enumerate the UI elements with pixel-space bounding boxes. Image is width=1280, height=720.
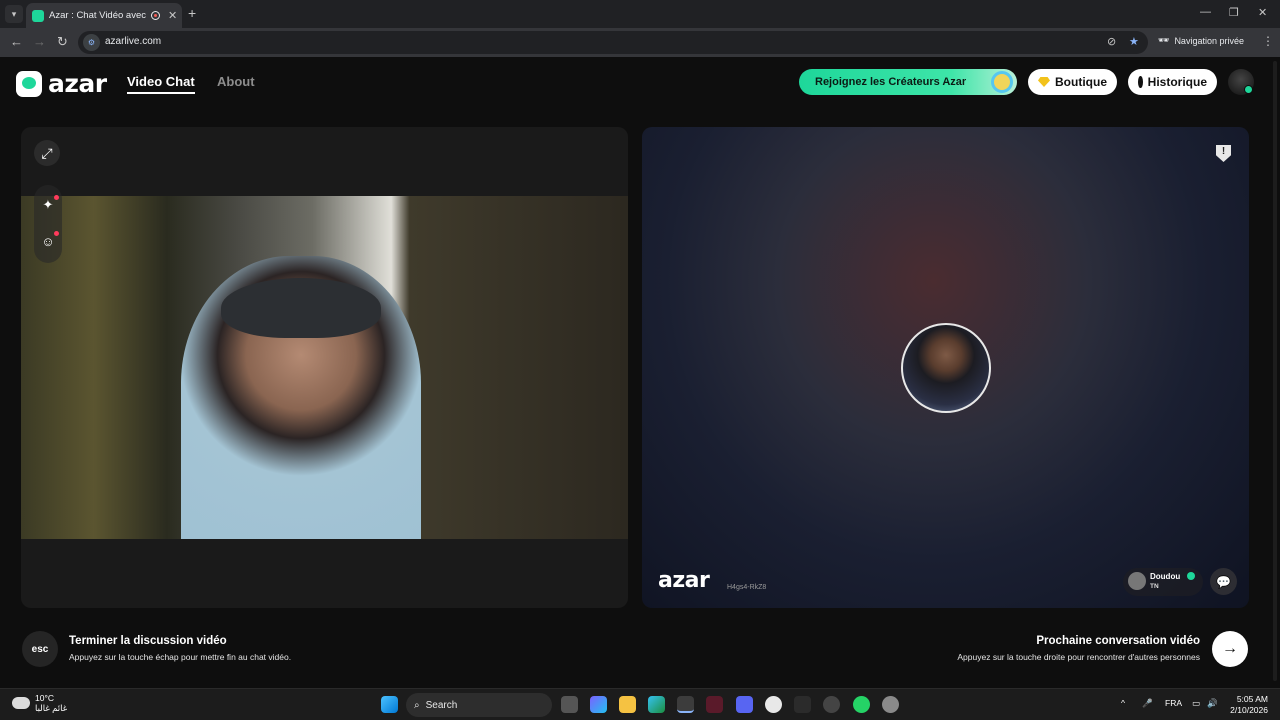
history-label: Historique (1147, 75, 1207, 89)
weather-text: غائم غالبا (35, 703, 68, 713)
browser-tab-bar: ▾ Azar : Chat Vidéo avec de n ✕ + — ❐ ✕ (0, 0, 1280, 28)
browser-tab-active[interactable]: Azar : Chat Vidéo avec de n ✕ (26, 3, 182, 28)
tab-close-icon[interactable]: ✕ (168, 9, 177, 22)
input-language[interactable]: FRA (1165, 698, 1182, 708)
search-icon: ⌕ (414, 699, 420, 711)
magic-wand-icon[interactable]: ✦ (34, 191, 62, 219)
app-icon[interactable] (706, 696, 723, 713)
end-chat-hint: Appuyez sur la touche échap pour mettre … (69, 652, 292, 662)
incognito-icon: 🕶 (1158, 35, 1170, 45)
partner-avatar (1128, 572, 1146, 590)
partner-video-panel: ! azar H4gs4-RkZ8 Doudou TN 💬 (642, 127, 1249, 608)
azar-favicon-icon (32, 9, 44, 22)
search-label: Search (425, 699, 458, 711)
my-camera-feed (21, 196, 628, 539)
network-icon[interactable]: ▭ (1192, 698, 1200, 709)
microphone-icon[interactable]: 🎤 (1142, 698, 1153, 709)
tab-search-button[interactable]: ▾ (5, 5, 23, 23)
chrome-icon[interactable] (677, 696, 694, 713)
chat-bubble-icon[interactable]: 💬 (1210, 568, 1237, 595)
shop-button[interactable]: Boutique (1028, 69, 1117, 95)
system-clock[interactable]: 5:05 AM 2/10/2026 (1222, 694, 1268, 716)
new-tab-button[interactable]: + (188, 5, 196, 21)
nav-about[interactable]: About (217, 74, 255, 89)
recording-indicator-icon (151, 11, 160, 20)
close-window-button[interactable]: ✕ (1258, 6, 1267, 19)
join-creators-label: Rejoignez les Créateurs Azar (815, 76, 967, 88)
maximize-button[interactable]: ❐ (1229, 6, 1239, 19)
task-view-icon[interactable] (561, 696, 578, 713)
creators-badge-icon (991, 71, 1013, 93)
my-video-panel: ⤢ ✦ ☺ (21, 127, 628, 608)
verified-badge-icon (1187, 572, 1195, 580)
edge-icon[interactable] (648, 696, 665, 713)
url-text: azarlive.com (105, 36, 162, 47)
weather-widget[interactable]: 10°C غائم غالبا (12, 693, 67, 713)
session-id: H4gs4-RkZ8 (727, 584, 767, 591)
app-icon[interactable] (765, 696, 782, 713)
address-bar: ← → ↻ ⚙ azarlive.com ⊘ ★ 🕶 Navigation pr… (0, 28, 1280, 57)
bookmark-star-icon[interactable]: ★ (1129, 35, 1139, 48)
arrow-right-icon[interactable]: → (1212, 631, 1248, 667)
file-explorer-icon[interactable] (619, 696, 636, 713)
expand-icon[interactable]: ⤢ (34, 140, 60, 166)
whatsapp-icon[interactable] (853, 696, 870, 713)
discord-icon[interactable] (736, 696, 753, 713)
tab-title: Azar : Chat Vidéo avec de n (49, 10, 147, 21)
clock-icon (1138, 76, 1145, 88)
copilot-icon[interactable] (590, 696, 607, 713)
tray-expand-icon[interactable]: ^ (1121, 698, 1125, 708)
page-scrollbar[interactable] (1273, 61, 1277, 681)
partner-watermark: azar (658, 568, 710, 593)
next-chat-hint: Appuyez sur la touche droite pour rencon… (957, 652, 1200, 662)
shop-label: Boutique (1055, 75, 1107, 89)
eye-off-icon[interactable]: ⊘ (1107, 35, 1116, 48)
azar-logo[interactable]: azar (16, 69, 107, 98)
azar-logo-icon (16, 70, 42, 97)
volume-icon[interactable]: 🔊 (1207, 698, 1218, 709)
omnibox[interactable]: ⚙ azarlive.com ⊘ ★ (78, 31, 1148, 54)
nav-video-chat[interactable]: Video Chat (127, 74, 195, 94)
azar-page: azar Video Chat About Rejoignez les Créa… (0, 57, 1280, 688)
history-button[interactable]: Historique (1128, 69, 1217, 95)
private-label: Navigation privée (1174, 35, 1244, 46)
partner-name: Doudou (1150, 572, 1181, 581)
private-mode-indicator[interactable]: 🕶 Navigation privée (1158, 35, 1244, 46)
partner-profile-photo (901, 323, 991, 413)
sticker-icon[interactable]: ☺ (34, 227, 62, 255)
reload-icon[interactable]: ↻ (57, 34, 68, 50)
next-chat-title: Prochaine conversation vidéo (1036, 635, 1200, 647)
taskbar-search[interactable]: ⌕ Search (406, 693, 552, 717)
minimize-button[interactable]: — (1200, 6, 1211, 18)
new-dot (54, 231, 59, 236)
partner-country: TN (1150, 583, 1159, 590)
online-status-badge (1244, 85, 1253, 94)
forward-icon[interactable]: → (33, 34, 46, 49)
gem-icon (1038, 77, 1050, 87)
menu-kebab-icon[interactable]: ⋮ (1262, 34, 1274, 48)
end-chat-button[interactable]: esc (22, 631, 58, 667)
windows-taskbar: 10°C غائم غالبا ⌕ Search ^ 🎤 FRA ▭ 🔊 5:0… (0, 688, 1280, 720)
clock-time: 5:05 AM (1236, 694, 1268, 704)
clock-date: 2/10/2026 (1230, 705, 1268, 715)
temperature: 10°C (35, 693, 54, 703)
site-info-icon[interactable]: ⚙ (83, 34, 100, 51)
new-dot (54, 195, 59, 200)
join-creators-button[interactable]: Rejoignez les Créateurs Azar (799, 69, 1017, 95)
app-icon[interactable] (823, 696, 840, 713)
windows-start-icon[interactable] (381, 696, 398, 713)
back-icon[interactable]: ← (10, 34, 23, 49)
end-chat-title: Terminer la discussion vidéo (69, 635, 227, 647)
effects-toolbar: ✦ ☺ (34, 185, 62, 263)
report-shield-icon[interactable]: ! (1216, 145, 1231, 162)
brand-name: azar (48, 69, 107, 98)
terminal-icon[interactable] (794, 696, 811, 713)
cloud-icon (12, 697, 30, 709)
settings-gear-icon[interactable] (882, 696, 899, 713)
partner-info-card[interactable]: Doudou TN (1123, 568, 1203, 596)
